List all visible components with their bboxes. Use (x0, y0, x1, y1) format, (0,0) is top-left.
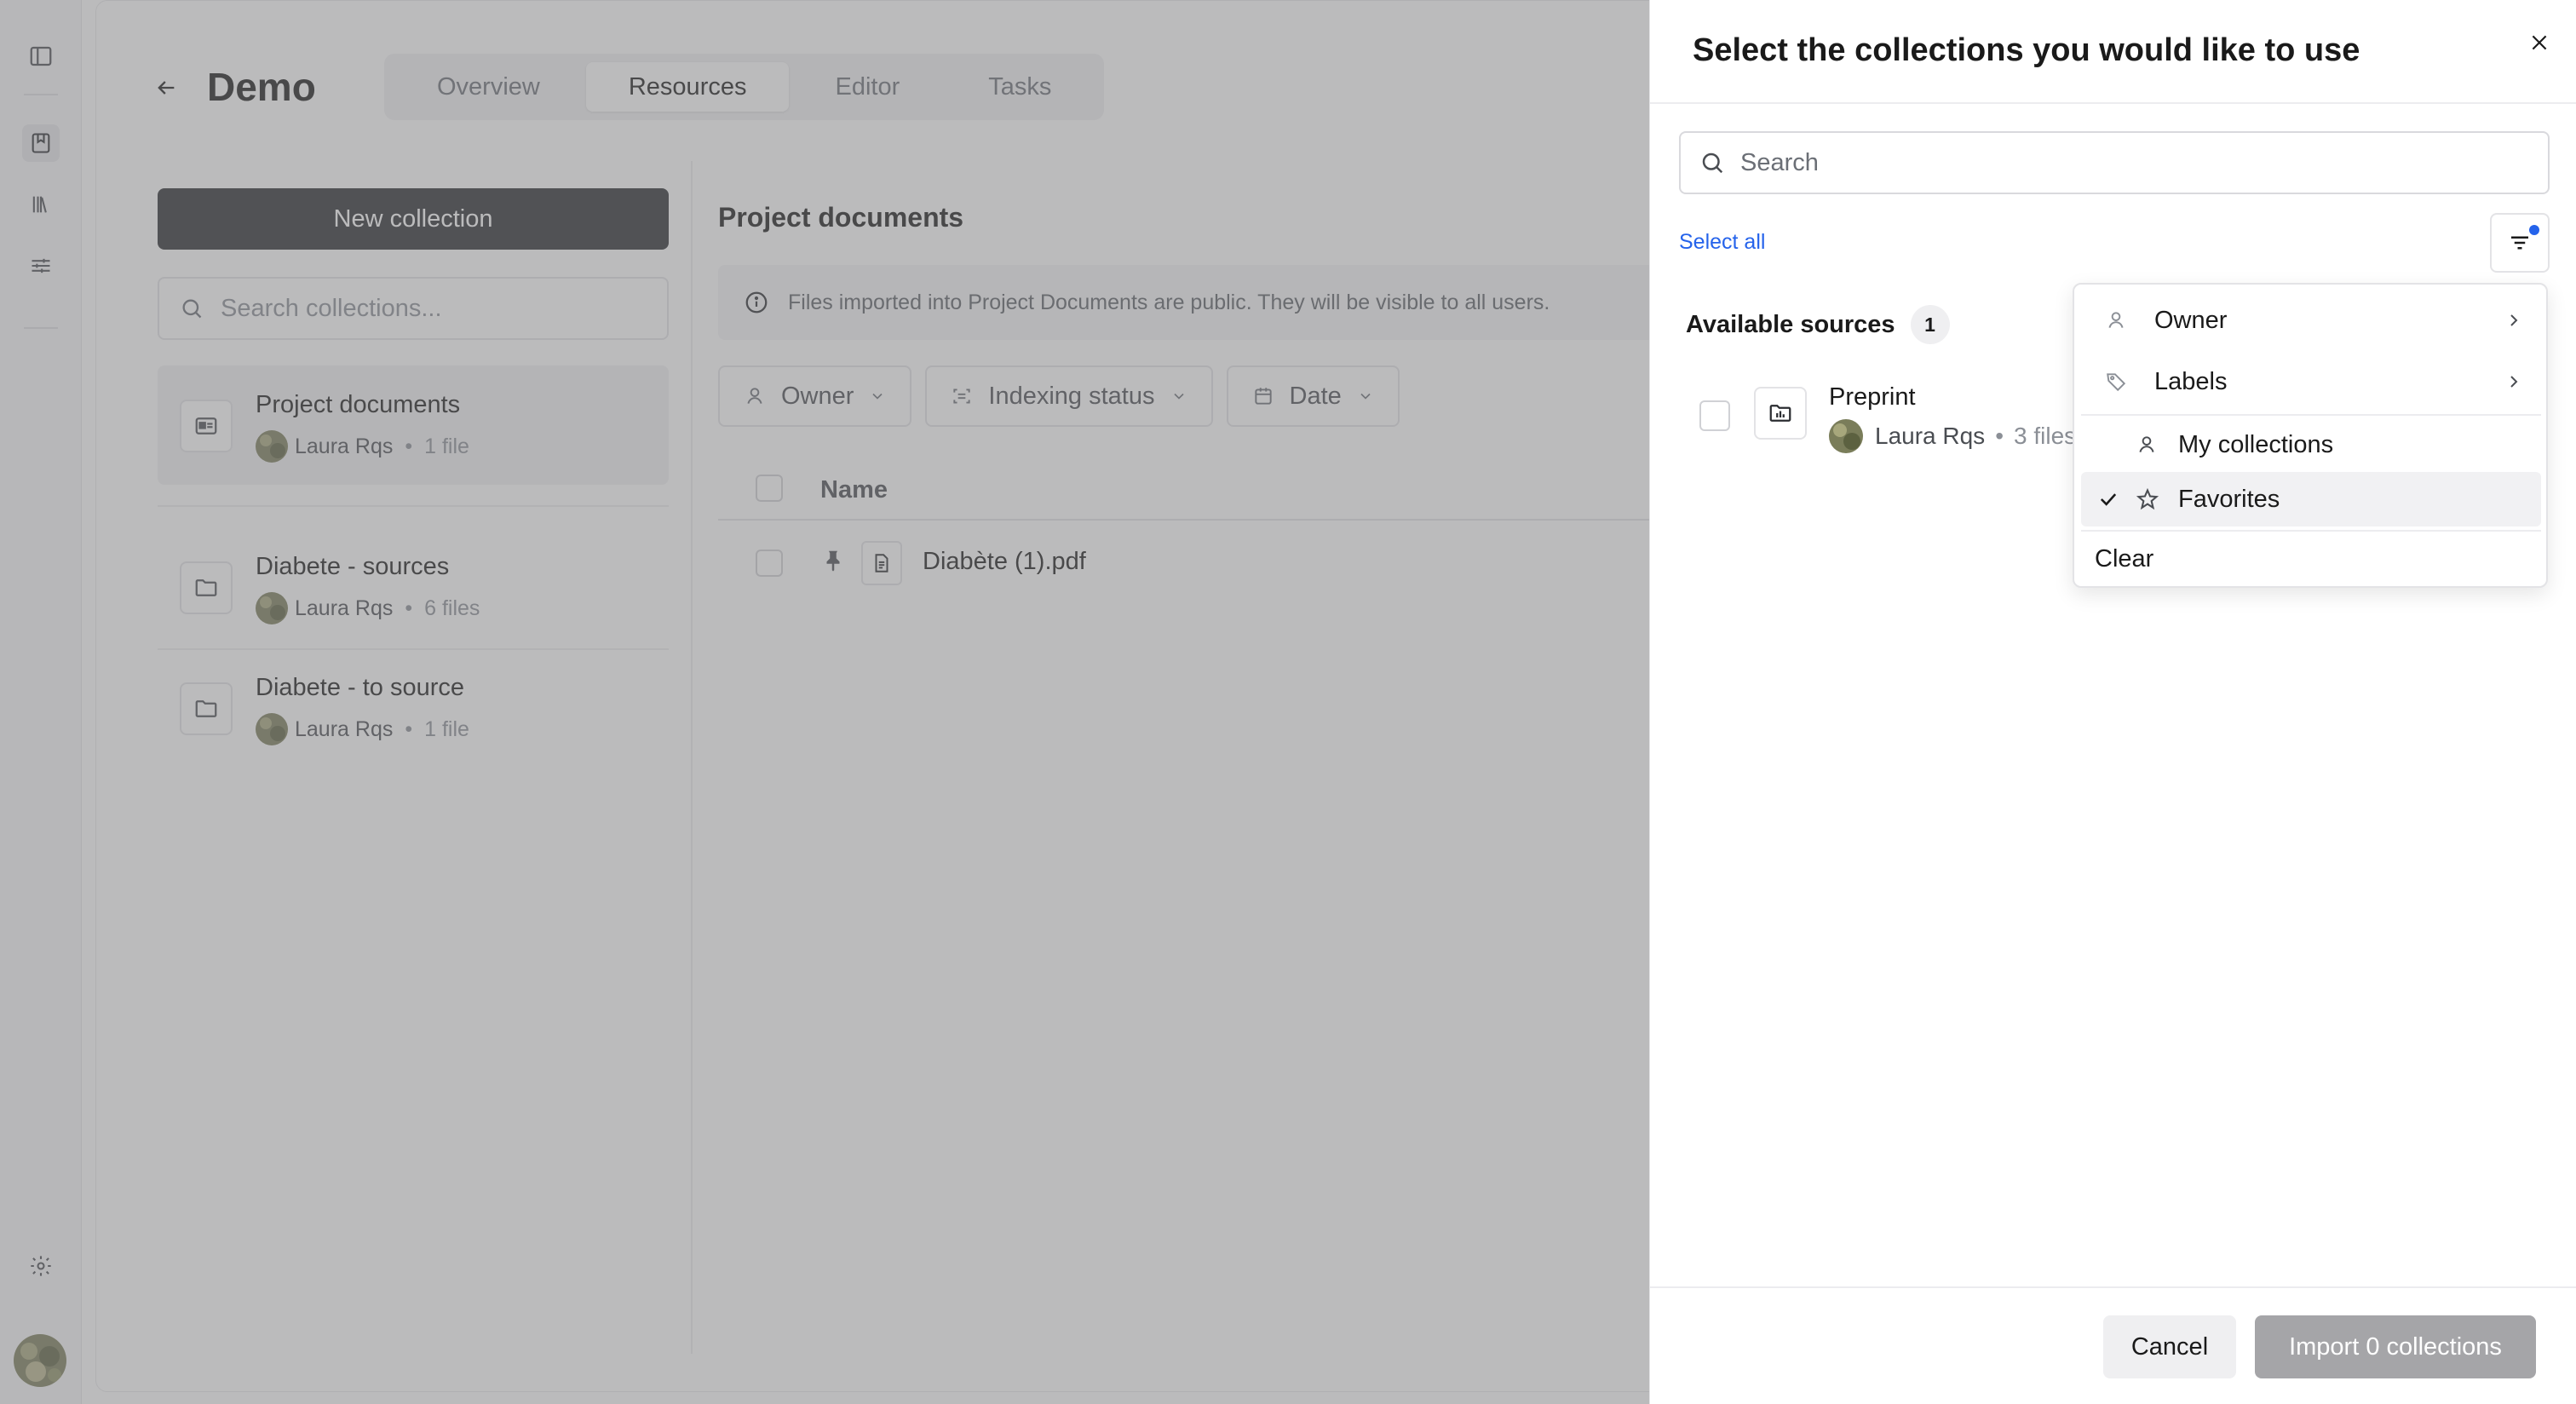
menu-item-label: Favorites (2178, 485, 2280, 513)
menu-item-label: My collections (2178, 430, 2334, 458)
active-filter-dot (2529, 225, 2539, 235)
menu-item-clear[interactable]: Clear (2081, 532, 2541, 586)
filter-dropdown-menu: Owner Labels My collections Favorites Cl… (2073, 283, 2548, 588)
search-placeholder: Search (1740, 148, 1819, 176)
menu-item-label: Clear (2095, 544, 2154, 573)
menu-item-owner[interactable]: Owner (2081, 293, 2541, 348)
menu-item-favorites[interactable]: Favorites (2081, 472, 2541, 526)
menu-item-label: Owner (2154, 306, 2228, 334)
modal-backdrop[interactable] (0, 0, 1649, 1404)
source-file-count: 3 files (2014, 423, 2077, 449)
available-sources-count: 1 (1910, 305, 1950, 344)
user-icon (2105, 309, 2127, 331)
available-sources-label: Available sources (1686, 310, 1895, 338)
close-icon[interactable] (2522, 26, 2556, 60)
source-owner: Laura Rqs (1875, 423, 1986, 449)
source-item-preprint[interactable]: Preprint Laura Rqs • 3 files (1686, 375, 2112, 460)
drawer-title: Select the collections you would like to… (1693, 32, 2360, 68)
user-icon (2136, 434, 2158, 456)
source-checkbox[interactable] (1699, 400, 1730, 431)
source-name: Preprint (1829, 383, 1916, 411)
tag-icon (2105, 371, 2127, 393)
drawer-header-divider (1650, 102, 2576, 104)
menu-divider (2081, 414, 2541, 416)
import-collections-button[interactable]: Import 0 collections (2255, 1315, 2536, 1378)
select-collections-drawer: Select the collections you would like to… (1649, 0, 2576, 1404)
select-all-link[interactable]: Select all (1679, 230, 1765, 255)
chevron-right-icon (2504, 310, 2524, 331)
star-icon (2136, 487, 2159, 511)
search-icon (1702, 152, 1723, 174)
filter-lines-icon (2511, 236, 2528, 250)
owner-avatar (1829, 419, 1863, 453)
filter-button[interactable] (2490, 213, 2550, 273)
checkmark-icon (2096, 487, 2120, 511)
menu-item-label: Labels (2154, 367, 2228, 395)
menu-item-my-collections[interactable]: My collections (2081, 417, 2541, 472)
cancel-button[interactable]: Cancel (2103, 1315, 2236, 1378)
menu-item-labels[interactable]: Labels (2081, 354, 2541, 409)
drawer-footer-divider (1650, 1286, 2576, 1288)
source-meta: Laura Rqs • 3 files (1829, 419, 2076, 453)
search-input[interactable]: Search (1679, 131, 2550, 194)
chevron-right-icon (2504, 371, 2524, 392)
available-sources-header: Available sources 1 (1686, 305, 1950, 344)
folder-chart-icon (1754, 387, 1807, 440)
